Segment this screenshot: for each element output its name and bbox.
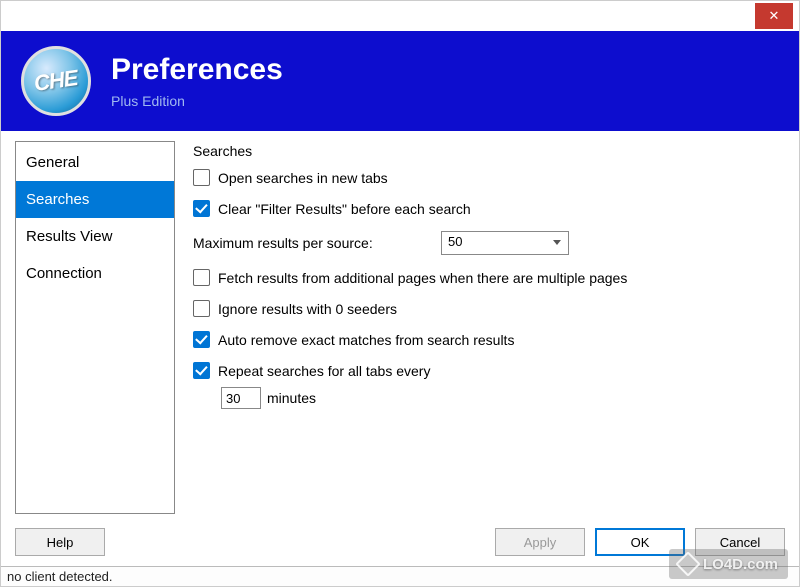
row-max-results: Maximum results per source: 50 bbox=[193, 231, 781, 255]
input-repeat-minutes[interactable] bbox=[221, 387, 261, 409]
nav-item-searches[interactable]: Searches bbox=[16, 181, 174, 218]
app-logo: CHE bbox=[21, 46, 91, 116]
label-fetch-additional: Fetch results from additional pages when… bbox=[218, 270, 627, 286]
nav-item-results-view[interactable]: Results View bbox=[16, 218, 174, 255]
content-panel: Searches Open searches in new tabs Clear… bbox=[189, 141, 785, 514]
checkbox-repeat[interactable] bbox=[193, 362, 210, 379]
nav-item-general[interactable]: General bbox=[16, 144, 174, 181]
row-clear-filter: Clear "Filter Results" before each searc… bbox=[193, 200, 781, 217]
checkbox-open-new-tabs[interactable] bbox=[193, 169, 210, 186]
body-area: General Searches Results View Connection… bbox=[1, 131, 799, 522]
preferences-window: ✕ CHE Preferences Plus Edition General S… bbox=[0, 0, 800, 587]
label-ignore-zero: Ignore results with 0 seeders bbox=[218, 301, 397, 317]
banner-text: Preferences Plus Edition bbox=[111, 53, 283, 109]
watermark-icon bbox=[675, 551, 700, 576]
label-clear-filter: Clear "Filter Results" before each searc… bbox=[218, 201, 471, 217]
close-icon: ✕ bbox=[769, 8, 780, 24]
watermark-text: LO4D.com bbox=[703, 556, 778, 573]
page-title: Preferences bbox=[111, 53, 283, 87]
apply-button[interactable]: Apply bbox=[495, 528, 585, 556]
row-repeat: Repeat searches for all tabs every bbox=[193, 362, 781, 379]
watermark: LO4D.com bbox=[669, 549, 788, 579]
logo-text: CHE bbox=[33, 65, 80, 97]
titlebar: ✕ bbox=[1, 1, 799, 31]
help-button[interactable]: Help bbox=[15, 528, 105, 556]
row-ignore-zero: Ignore results with 0 seeders bbox=[193, 300, 781, 317]
label-repeat: Repeat searches for all tabs every bbox=[218, 363, 430, 379]
row-repeat-value: minutes bbox=[193, 387, 781, 409]
row-open-new-tabs: Open searches in new tabs bbox=[193, 169, 781, 186]
banner: CHE Preferences Plus Edition bbox=[1, 31, 799, 131]
label-repeat-unit: minutes bbox=[267, 390, 316, 406]
close-button[interactable]: ✕ bbox=[755, 3, 793, 29]
checkbox-auto-remove[interactable] bbox=[193, 331, 210, 348]
checkbox-clear-filter[interactable] bbox=[193, 200, 210, 217]
label-auto-remove: Auto remove exact matches from search re… bbox=[218, 332, 514, 348]
label-open-new-tabs: Open searches in new tabs bbox=[218, 170, 388, 186]
select-max-results[interactable]: 50 bbox=[441, 231, 569, 255]
nav-list: General Searches Results View Connection bbox=[15, 141, 175, 514]
nav-item-connection[interactable]: Connection bbox=[16, 255, 174, 292]
page-subtitle: Plus Edition bbox=[111, 93, 283, 109]
checkbox-fetch-additional[interactable] bbox=[193, 269, 210, 286]
row-fetch-additional: Fetch results from additional pages when… bbox=[193, 269, 781, 286]
row-auto-remove: Auto remove exact matches from search re… bbox=[193, 331, 781, 348]
select-max-results-value: 50 bbox=[448, 234, 462, 249]
checkbox-ignore-zero[interactable] bbox=[193, 300, 210, 317]
label-max-results: Maximum results per source: bbox=[193, 235, 441, 251]
section-title: Searches bbox=[193, 143, 781, 159]
